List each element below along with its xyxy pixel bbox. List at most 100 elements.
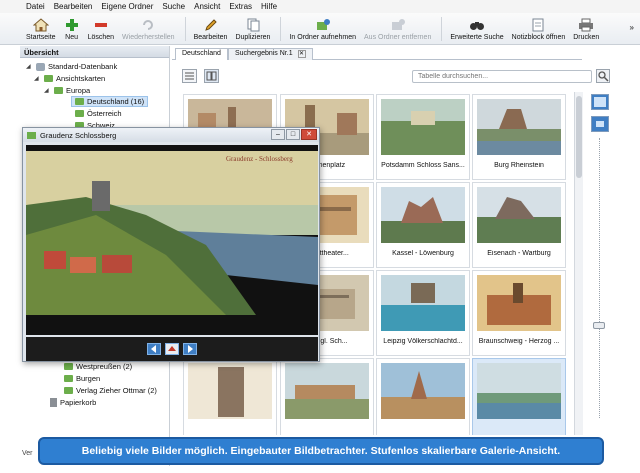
- zoom-in-button[interactable]: [591, 94, 609, 110]
- delete-button[interactable]: Löschen: [88, 18, 114, 41]
- tree-item-westpreussen[interactable]: Westpreußen (2): [64, 362, 132, 371]
- edit-button[interactable]: Bearbeiten: [194, 18, 227, 41]
- viewer-app-icon: [27, 131, 36, 139]
- tree-item-verlag[interactable]: Verlag Zieher Ottmar (2): [64, 386, 157, 395]
- arrow-right-icon: [188, 345, 193, 353]
- previous-image-button[interactable]: [147, 343, 161, 355]
- zoom-out-button[interactable]: [591, 116, 609, 132]
- menu-eigene-ordner[interactable]: Eigene Ordner: [101, 2, 153, 11]
- gallery-view-button[interactable]: [204, 69, 219, 83]
- menu-hilfe[interactable]: Hilfe: [261, 2, 277, 11]
- gallery-card[interactable]: Kassel - Löwenburg: [376, 182, 470, 268]
- table-search-input[interactable]: [412, 70, 592, 83]
- restore-icon: [140, 18, 156, 32]
- zoom-strip: [585, 90, 615, 435]
- feature-banner: Beliebig viele Bilder möglich. Eingebaut…: [38, 437, 604, 465]
- postcard-thumbnail: [381, 99, 465, 155]
- postcard-thumbnail: [188, 363, 272, 419]
- tree-item-ansichtskarten[interactable]: ◢ Ansichtskarten: [34, 74, 105, 83]
- gallery-card[interactable]: [280, 358, 374, 435]
- gallery-view-icon: [206, 71, 217, 81]
- window-controls: – □ ✕: [271, 129, 317, 140]
- advanced-search-button[interactable]: Erweiterte Suche: [450, 18, 504, 41]
- restore-button[interactable]: Wiederherstellen: [122, 18, 175, 41]
- duplicate-button[interactable]: Duplizieren: [235, 18, 270, 41]
- open-notepad-button[interactable]: Notizblock öffnen: [512, 18, 565, 41]
- folder-icon: [54, 87, 63, 94]
- add-to-folder-button[interactable]: In Ordner aufnehmen: [289, 18, 356, 41]
- viewer-title: Graudenz Schlossberg: [40, 130, 117, 140]
- menu-extras[interactable]: Extras: [229, 2, 252, 11]
- tree-item-deutschland[interactable]: Deutschland (16): [70, 96, 149, 107]
- tree-item-papierkorb[interactable]: Papierkorb: [50, 398, 96, 407]
- search-button[interactable]: [596, 69, 610, 83]
- maximize-button[interactable]: □: [286, 129, 300, 140]
- zoom-slider-track[interactable]: [599, 138, 600, 418]
- close-tab-icon[interactable]: ✕: [297, 50, 306, 58]
- menu-suche[interactable]: Suche: [162, 2, 185, 11]
- gallery-card[interactable]: Potsdamm Schloss Sans...: [376, 94, 470, 180]
- gallery-card-selected[interactable]: [472, 358, 566, 435]
- postcard-thumbnail: [381, 275, 465, 331]
- tab-deutschland[interactable]: Deutschland: [175, 48, 228, 60]
- menu-ansicht[interactable]: Ansicht: [194, 2, 220, 11]
- minimize-button[interactable]: –: [271, 129, 285, 140]
- plus-icon: [64, 18, 80, 32]
- new-button[interactable]: Neu: [64, 18, 80, 41]
- viewer-navigation: [26, 337, 318, 361]
- collapse-icon[interactable]: ◢: [34, 75, 41, 82]
- folder-remove-icon: [390, 18, 406, 32]
- view-bar: [172, 61, 618, 89]
- viewer-title-bar[interactable]: Graudenz Schlossberg – □ ✕: [23, 128, 319, 142]
- search-icon: [598, 71, 609, 82]
- pencil-icon: [203, 18, 219, 32]
- arrow-left-icon: [151, 345, 156, 353]
- close-button[interactable]: ✕: [301, 129, 317, 140]
- next-image-button[interactable]: [183, 343, 197, 355]
- gallery-scrollbar[interactable]: [574, 92, 583, 435]
- home-icon: [32, 18, 49, 32]
- postcard-thumbnail: [477, 363, 561, 419]
- scrollbar-thumb[interactable]: [576, 96, 582, 178]
- gallery-card[interactable]: Eisenach - Wartburg: [472, 182, 566, 268]
- tab-suchergebnis[interactable]: Suchergebnis Nr.1 ✕: [228, 48, 313, 60]
- tree-item-oesterreich[interactable]: Österreich: [75, 109, 122, 118]
- zoom-slider-knob[interactable]: [593, 322, 605, 329]
- folder-icon: [64, 387, 73, 394]
- menu-bar: Datei Bearbeiten Eigene Ordner Suche Ans…: [0, 0, 640, 13]
- collapse-icon[interactable]: ◢: [44, 87, 51, 94]
- toolbar: Startseite Neu Löschen Wiederherstellen …: [0, 13, 640, 45]
- folder-icon: [64, 375, 73, 382]
- print-button[interactable]: Drucken: [573, 18, 599, 41]
- gallery-card[interactable]: Burg Rheinstein: [472, 94, 566, 180]
- list-view-button[interactable]: [182, 69, 197, 83]
- tab-bar: Deutschland Suchergebnis Nr.1 ✕: [172, 46, 582, 60]
- printer-icon: [578, 18, 594, 32]
- home-button[interactable]: Startseite: [26, 18, 56, 41]
- toolbar-divider: [184, 17, 186, 41]
- tree-item-burgen[interactable]: Burgen: [64, 374, 100, 383]
- tree-item-root[interactable]: ◢ Standard-Datenbank: [26, 62, 117, 71]
- folder-add-icon: [315, 18, 331, 32]
- menu-datei[interactable]: Datei: [26, 2, 45, 11]
- toolbar-overflow-button[interactable]: »: [630, 23, 634, 32]
- postcard-thumbnail: [285, 363, 369, 419]
- image-viewer-window: Graudenz Schlossberg – □ ✕ Graudenz - Sc…: [22, 127, 320, 362]
- folder-icon: [64, 363, 73, 370]
- gallery-card[interactable]: Braunschweig - Herzog ...: [472, 270, 566, 356]
- gallery-card[interactable]: [183, 358, 277, 435]
- postcard-thumbnail: [381, 187, 465, 243]
- folder-icon: [44, 75, 53, 82]
- gallery-card[interactable]: [376, 358, 470, 435]
- trash-icon: [50, 398, 57, 407]
- postcard-thumbnail: [381, 363, 465, 419]
- remove-from-folder-button[interactable]: Aus Ordner entfernen: [364, 18, 431, 41]
- small-thumbnails-icon: [596, 121, 604, 127]
- slideshow-button[interactable]: [165, 343, 179, 355]
- gallery-card[interactable]: Leipzig Völkerschlachtd...: [376, 270, 470, 356]
- collapse-icon[interactable]: ◢: [26, 63, 33, 70]
- menu-bearbeiten[interactable]: Bearbeiten: [54, 2, 93, 11]
- tree-item-europa[interactable]: ◢ Europa: [44, 86, 90, 95]
- large-thumbnails-icon: [594, 97, 606, 107]
- postcard-thumbnail: [477, 99, 561, 155]
